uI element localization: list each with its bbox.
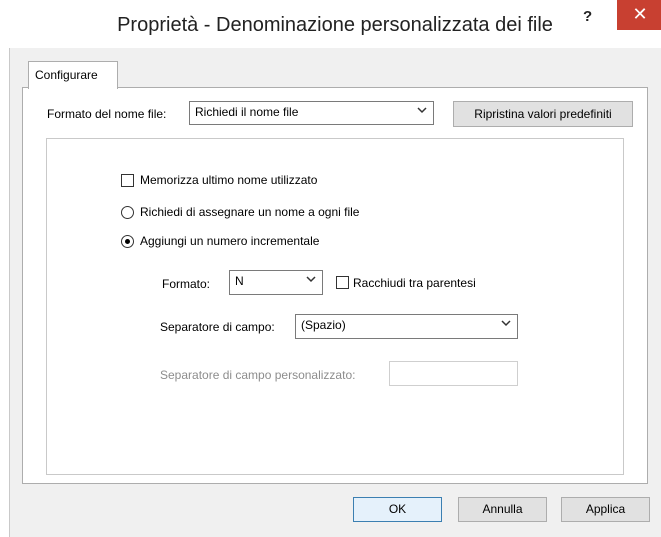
cancel-button[interactable]: Annulla (458, 497, 547, 522)
file-name-format-label: Formato del nome file: (47, 107, 167, 121)
field-separator-select[interactable]: (Spazio) (295, 314, 518, 339)
brackets-checkbox[interactable] (336, 276, 349, 289)
number-format-value: N (235, 274, 244, 288)
number-format-select[interactable]: N (229, 270, 323, 295)
incremental-number-label: Aggiungi un numero incrementale (140, 234, 320, 248)
chevron-down-icon (306, 276, 316, 283)
incremental-number-radio[interactable] (121, 235, 134, 248)
reset-defaults-button[interactable]: Ripristina valori predefiniti (453, 101, 633, 127)
tab-label: Configurare (35, 68, 98, 82)
naming-options-group (46, 138, 624, 475)
custom-separator-label: Separatore di campo personalizzato: (160, 368, 356, 382)
remember-last-name-checkbox[interactable] (121, 174, 134, 187)
brackets-label: Racchiudi tra parentesi (353, 276, 476, 290)
file-name-format-value: Richiedi il nome file (195, 105, 299, 119)
chevron-down-icon (417, 107, 427, 114)
apply-button[interactable]: Applica (561, 497, 650, 522)
ok-button[interactable]: OK (353, 497, 442, 522)
close-button[interactable]: ✕ (617, 0, 661, 30)
chevron-down-icon (501, 320, 511, 327)
help-button[interactable]: ? (583, 8, 592, 25)
tab-configurare[interactable]: Configurare (28, 61, 118, 89)
radio-selected-dot (125, 239, 130, 244)
custom-separator-input[interactable] (389, 361, 518, 386)
field-separator-label: Separatore di campo: (160, 320, 275, 334)
close-icon: ✕ (632, 4, 648, 24)
file-name-format-select[interactable]: Richiedi il nome file (189, 101, 434, 125)
remember-last-name-label: Memorizza ultimo nome utilizzato (140, 173, 318, 187)
window-title: Proprietà - Denominazione personalizzata… (117, 14, 553, 36)
ask-each-file-label: Richiedi di assegnare un nome a ogni fil… (140, 205, 360, 219)
number-format-label: Formato: (162, 277, 211, 291)
ask-each-file-radio[interactable] (121, 206, 134, 219)
field-separator-value: (Spazio) (301, 318, 346, 332)
title-bar: Proprietà - Denominazione personalizzata… (9, 0, 661, 48)
